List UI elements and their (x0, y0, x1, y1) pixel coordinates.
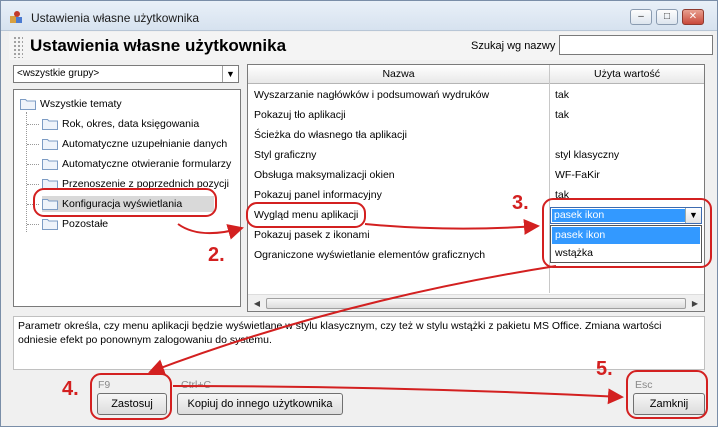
grid-row[interactable]: Styl graficzny styl klasyczny (248, 145, 704, 165)
folder-icon (42, 138, 58, 150)
settings-grid: Nazwa Użyta wartość Wyszarzanie nagłówkó… (247, 64, 705, 312)
row-name: Wyszarzanie nagłówków i podsumowań wydru… (254, 89, 490, 101)
row-value: tak (555, 189, 570, 201)
scroll-left-icon[interactable]: ◀ (250, 297, 264, 310)
folder-icon (42, 218, 58, 230)
tree-item[interactable]: Automatyczne uzupełnianie danych (42, 136, 227, 152)
annotation-step-2: 2. (208, 244, 225, 266)
tree-item[interactable]: Przenoszenie z poprzednich pozycji (42, 176, 229, 192)
tree-item-label: Wszystkie tematy (40, 98, 122, 110)
grid-row[interactable]: Wyszarzanie nagłówków i podsumowań wydru… (248, 85, 704, 105)
grid-row[interactable]: Pokazuj panel informacyjny tak (248, 185, 704, 205)
column-header-value[interactable]: Użyta wartość (550, 68, 704, 80)
row-name: Pokazuj panel informacyjny (254, 189, 382, 201)
dropdown-option[interactable]: pasek ikon (552, 227, 700, 244)
row-name: Ścieżka do własnego tła aplikacji (254, 129, 407, 141)
row-name: Pokazuj pasek z ikonami (254, 229, 370, 241)
folder-icon (42, 198, 58, 210)
copy-to-user-button[interactable]: Kopiuj do innego użytkownika (177, 393, 343, 415)
title-bar: Ustawienia własne użytkownika – □ ✕ (1, 1, 717, 31)
tree-item-label: Automatyczne otwieranie formularzy (62, 158, 232, 170)
tree-item-label: Przenoszenie z poprzednich pozycji (62, 178, 229, 190)
row-name: Styl graficzny (254, 149, 317, 161)
folder-icon (42, 158, 58, 170)
apply-button[interactable]: Zastosuj (97, 393, 167, 415)
search-label: Szukaj wg nazwy (471, 40, 556, 52)
combo-selected-value: pasek ikon (552, 209, 685, 222)
annotation-step-4: 4. (62, 378, 79, 400)
page-header: Ustawienia własne użytkownika Szukaj wg … (9, 32, 713, 60)
scroll-right-icon[interactable]: ▶ (688, 297, 702, 310)
chevron-down-icon[interactable]: ▼ (685, 208, 701, 223)
row-value: tak (555, 109, 570, 121)
row-value: WF-FaKir (555, 169, 600, 181)
grid-row[interactable]: Obsługa maksymalizacji okien WF-FaKir (248, 165, 704, 185)
tree-item[interactable]: Automatyczne otwieranie formularzy (42, 156, 231, 172)
group-select[interactable]: <wszystkie grupy> ▼ (13, 65, 239, 83)
annotation-step-3: 3. (512, 192, 529, 214)
close-shortcut: Esc (635, 379, 653, 391)
group-select-value: <wszystkie grupy> (17, 68, 100, 79)
row-name: Obsługa maksymalizacji okien (254, 169, 395, 181)
maximize-button[interactable]: □ (656, 9, 678, 25)
topic-tree: Wszystkie tematy Rok, okres, data księgo… (13, 89, 241, 307)
row-value: styl klasyczny (555, 149, 620, 161)
row-name: Wygląd menu aplikacji (254, 209, 359, 221)
tree-item-selected[interactable]: Konfiguracja wyświetlania (42, 196, 214, 212)
tree-item-label: Konfiguracja wyświetlania (62, 198, 183, 210)
grid-row[interactable]: Ścieżka do własnego tła aplikacji (248, 125, 704, 145)
chevron-down-icon[interactable]: ▼ (222, 66, 238, 82)
close-button[interactable]: Zamknij (633, 393, 705, 415)
window-title: Ustawienia własne użytkownika (31, 11, 200, 25)
tree-item[interactable]: Rok, okres, data księgowania (42, 116, 199, 132)
grid-header: Nazwa Użyta wartość (248, 65, 704, 84)
menu-style-combo[interactable]: pasek ikon ▼ (550, 207, 702, 224)
column-header-name[interactable]: Nazwa (248, 68, 549, 80)
search-input[interactable] (559, 35, 713, 55)
copy-shortcut: Ctrl+C (181, 379, 212, 391)
tree-item[interactable]: Pozostałe (42, 216, 108, 232)
tree-item-label: Rok, okres, data księgowania (62, 118, 200, 130)
apply-shortcut: F9 (98, 379, 111, 391)
grid-row[interactable]: Pokazuj tło aplikacji tak (248, 105, 704, 125)
folder-icon (20, 98, 36, 110)
menu-style-dropdown: pasek ikon wstążka (550, 225, 702, 263)
app-icon (10, 11, 22, 23)
horizontal-scrollbar[interactable]: ◀ ▶ (248, 294, 704, 311)
row-value: tak (555, 89, 570, 101)
annotation-step-5: 5. (596, 358, 613, 380)
folder-icon (42, 178, 58, 190)
grip-icon (13, 36, 23, 58)
tree-item-root[interactable]: Wszystkie tematy (20, 96, 122, 112)
tree-item-label: Automatyczne uzupełnianie danych (62, 138, 228, 150)
row-name: Ograniczone wyświetlanie elementów grafi… (254, 249, 486, 261)
row-name: Pokazuj tło aplikacji (254, 109, 346, 121)
scroll-thumb[interactable] (266, 298, 686, 309)
dropdown-option[interactable]: wstążka (552, 245, 700, 262)
minimize-button[interactable]: – (630, 9, 652, 25)
page-title: Ustawienia własne użytkownika (30, 36, 287, 55)
folder-icon (42, 118, 58, 130)
tree-item-label: Pozostałe (62, 218, 109, 230)
close-window-button[interactable]: ✕ (682, 9, 704, 25)
